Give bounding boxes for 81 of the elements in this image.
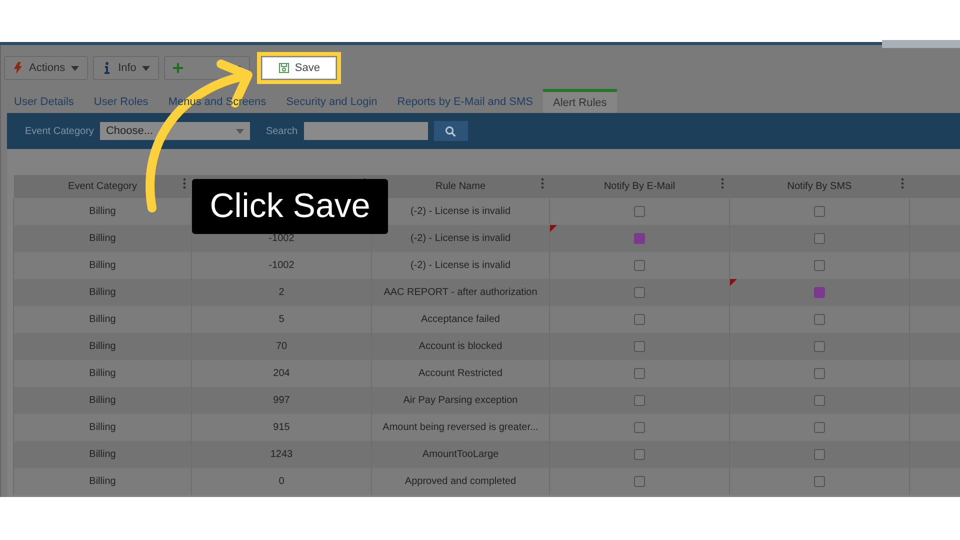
checkbox[interactable]	[634, 340, 645, 352]
column-header[interactable]: Event Category	[14, 175, 192, 198]
checkbox[interactable]	[814, 206, 825, 217]
table-cell: Billing	[14, 441, 192, 468]
table-cell: Air Pay Parsing exception	[372, 387, 550, 414]
table-cell: AmountTooLarge	[372, 441, 550, 468]
checkbox[interactable]	[634, 260, 645, 271]
table-cell: 997	[192, 387, 372, 414]
table-cell: Billing	[14, 198, 192, 225]
caret-icon	[71, 66, 80, 70]
table-cell: Billing	[14, 414, 192, 441]
table-cell: Billing	[14, 360, 192, 387]
table-cell: 2	[192, 279, 372, 306]
checkbox[interactable]	[634, 206, 645, 217]
checkbox[interactable]	[634, 422, 645, 433]
table-cell: Amount being reversed is greater...	[372, 414, 550, 441]
table-cell: (-2) - License is invalid	[372, 252, 550, 279]
table-cell: -1002	[192, 252, 372, 279]
table-cell: (-2) - License is invalid	[372, 225, 550, 252]
checkbox[interactable]	[634, 314, 645, 325]
table-cell: 1243	[192, 441, 372, 468]
tab[interactable]: Security and Login	[276, 91, 388, 113]
checkbox[interactable]	[634, 368, 645, 379]
checkbox[interactable]	[634, 394, 645, 406]
actions-menu-button[interactable]: Actions	[4, 56, 88, 80]
table-cell: Account Restricted	[372, 360, 550, 387]
info-menu-button[interactable]: Info	[93, 56, 160, 80]
info-icon	[102, 62, 112, 74]
table-cell: Billing	[14, 225, 192, 252]
table-cell: Billing	[14, 387, 192, 414]
table-cell: Approved and completed	[372, 468, 550, 495]
column-menu-icon[interactable]	[540, 178, 544, 189]
table-cell: Billing	[14, 333, 192, 360]
callout-label: Click Save	[192, 179, 388, 234]
table-cell: 0	[192, 468, 372, 495]
table-cell: Billing	[14, 279, 192, 306]
table-cell: Account is blocked	[372, 333, 550, 360]
tab[interactable]: Reports by E-Mail and SMS	[387, 91, 543, 113]
checkbox[interactable]	[814, 422, 825, 433]
table-cell: Billing	[14, 252, 192, 279]
checkbox[interactable]	[634, 476, 645, 487]
table-cell: Billing	[14, 468, 192, 495]
table-cell: 915	[192, 414, 372, 441]
table-cell: 70	[192, 333, 372, 360]
search-label: Search	[266, 126, 298, 136]
tab[interactable]: User Roles	[84, 91, 158, 113]
caret-icon	[236, 128, 244, 134]
checkbox[interactable]	[814, 260, 825, 271]
lightning-icon	[13, 62, 23, 74]
table-cell: AAC REPORT - after authorization	[372, 279, 550, 306]
category-dropdown[interactable]: Choose...	[100, 122, 250, 140]
table-cell: 204	[192, 360, 372, 387]
table-cell: Acceptance failed	[372, 306, 550, 333]
tab[interactable]: Alert Rules	[543, 89, 617, 113]
checkbox[interactable]	[814, 314, 825, 325]
column-header[interactable]: Rule Name	[372, 175, 550, 198]
checkbox[interactable]	[634, 448, 645, 460]
tab[interactable]: User Details	[4, 91, 84, 113]
checkbox[interactable]	[634, 286, 645, 298]
column-header[interactable]: Notify By SMS	[730, 175, 910, 198]
checkbox[interactable]	[814, 476, 825, 487]
checkbox[interactable]	[814, 340, 825, 352]
checkbox[interactable]	[814, 368, 825, 379]
save-button[interactable]: Save	[262, 57, 336, 79]
caret-icon	[142, 66, 150, 70]
table-cell: Billing	[14, 306, 192, 333]
column-menu-icon[interactable]	[720, 178, 724, 189]
search-button[interactable]	[434, 121, 468, 141]
search-icon	[445, 126, 456, 136]
table-cell: 5	[192, 306, 372, 333]
checkbox[interactable]	[814, 232, 825, 244]
checkbox[interactable]	[814, 286, 825, 298]
plus-icon	[173, 62, 184, 74]
column-menu-icon[interactable]	[182, 178, 186, 189]
checkbox[interactable]	[814, 394, 825, 406]
search-field[interactable]	[304, 122, 428, 140]
column-header[interactable]: Notify By E-Mail	[550, 175, 730, 198]
filter-label: Event Category	[25, 126, 94, 136]
checkbox[interactable]	[634, 232, 645, 244]
checkbox[interactable]	[814, 448, 825, 460]
column-menu-icon[interactable]	[900, 178, 904, 189]
